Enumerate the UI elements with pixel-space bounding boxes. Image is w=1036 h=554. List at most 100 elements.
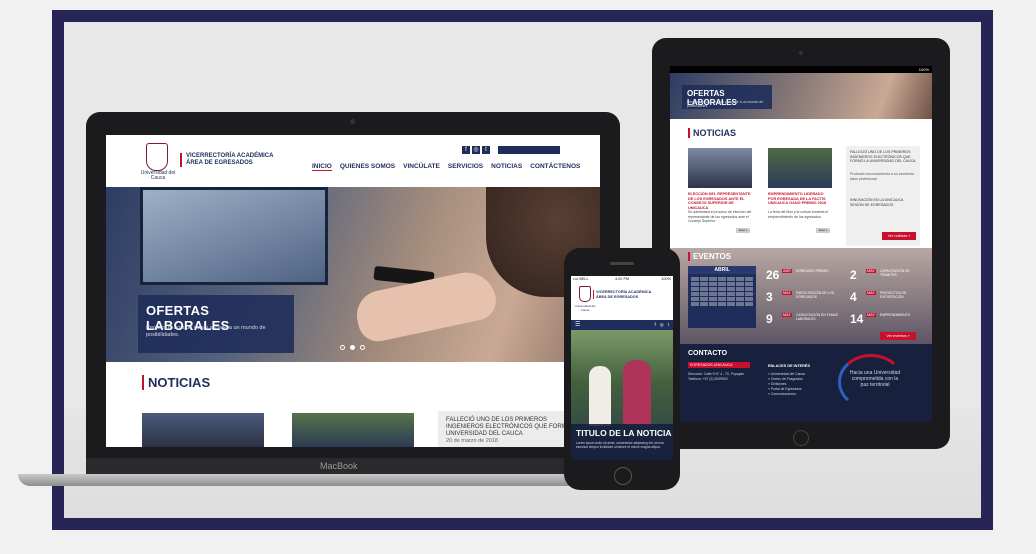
event-item[interactable]: 2 MAY CAPACITACIÓN DE TRAMITES	[850, 268, 922, 286]
tablet-news-heading: NOTICIAS	[688, 128, 736, 138]
phone-social: f ◎ t	[655, 322, 669, 328]
event-day: 4	[850, 290, 857, 304]
event-text: PROYECTOS DE EXPORTACIÓN	[880, 291, 907, 299]
footer-slogan: Hacia una Universidad comprometida con l…	[849, 370, 901, 388]
battery-status: 100%	[918, 67, 929, 72]
event-text: EMPRENDIMIENTO	[880, 313, 911, 317]
event-text: CAPACITACIÓN DE TRAMITES	[880, 269, 910, 277]
phone-hero-title: TITULO DE LA NOTICIA	[576, 428, 672, 438]
search-input[interactable]	[498, 146, 560, 154]
tablet-news-title-2[interactable]: EMPRENDIMIENTO LIDERADO POR EGRESADA DE …	[768, 192, 832, 206]
home-button[interactable]	[614, 467, 632, 485]
carrier: •••• BELL	[573, 277, 589, 281]
phone-nav: ☰ f ◎ t	[571, 320, 673, 330]
event-item[interactable]: 3 MAY PARTICIPACIÓN DE LOS EGRESADOS	[766, 290, 838, 308]
site-title-line1: VICERRECTORÍA ACADÉMICA	[186, 153, 274, 159]
tablet-events: EVENTOS ABRIL 26 ABR EGRESADO PREMIO 2 M…	[670, 248, 932, 344]
phone-status-bar: •••• BELL 4:20 PM 100%	[571, 276, 673, 283]
instagram-icon[interactable]: ◎	[472, 146, 480, 154]
phone-hero: TITULO DE LA NOTICIA Lorem ipsum dolor s…	[571, 330, 673, 460]
phone-site-title: VICERRECTORÍA ACADÉMICA ÁREA DE EGRESADO…	[593, 290, 651, 299]
news-image-1[interactable]	[142, 413, 264, 447]
home-button[interactable]	[793, 430, 809, 446]
hero-photo-person	[589, 366, 611, 426]
news-featured-date: 20 de marzo de 2018	[446, 438, 498, 444]
tablet-news-image-2[interactable]	[768, 148, 832, 188]
tablet-news-desc-2: La feria del libro y la cultura fomenta …	[768, 210, 829, 219]
event-item[interactable]: 4 MAY PROYECTOS DE EXPORTACIÓN	[850, 290, 922, 308]
facebook-icon[interactable]: f	[655, 322, 656, 328]
nav-quienes-somos[interactable]: QUIENES SOMOS	[340, 163, 395, 171]
event-month: ABR	[782, 269, 792, 273]
contact-badge: EGRESADOS UNICAUCA	[688, 362, 750, 368]
carousel-dots	[340, 345, 365, 350]
event-text: PARTICIPACIÓN DE LOS EGRESADOS	[796, 291, 835, 299]
instagram-icon[interactable]: ◎	[660, 322, 664, 328]
news-image-2[interactable]	[292, 413, 414, 447]
tablet-news-title-1[interactable]: ELECCIÓN DEL REPRESENTANTE DE LOS EGRESA…	[688, 192, 752, 210]
carousel-dot[interactable]	[360, 345, 365, 350]
facebook-icon[interactable]: f	[462, 146, 470, 154]
tablet-hero-description: Registra tu hoja de vida y accede a un m…	[687, 100, 764, 108]
tablet-hero-caption[interactable]: OFERTAS LABORALES Registra tu hoja de vi…	[682, 85, 772, 109]
laptop-device: Universidad del Cauca VICERRECTORÍA ACAD…	[86, 112, 620, 474]
read-more-button-1[interactable]: Leer +	[736, 228, 750, 233]
links-heading: ENLACES DE INTERÉS	[768, 364, 810, 368]
event-item[interactable]: 14 MAY EMPRENDIMIENTO	[850, 312, 922, 330]
tablet-news-image-1[interactable]	[688, 148, 752, 188]
time: 4:20 PM	[615, 277, 630, 281]
events-calendar[interactable]: ABRIL	[688, 266, 756, 328]
event-day: 3	[766, 290, 773, 304]
sidebar-news-title[interactable]: FALLECIÓ UNO DE LOS PRIMEROS INGENIEROS …	[850, 150, 916, 164]
status-bar: 100%	[670, 66, 932, 73]
phone-logo-text: Universidad del Cauca	[574, 304, 596, 312]
nav-vinculate[interactable]: VINCÚLATE	[403, 163, 440, 171]
sidebar-news-text: Profundo reconocimiento a su excelente l…	[850, 172, 915, 181]
twitter-icon[interactable]: t	[668, 322, 669, 328]
site-title: VICERRECTORÍA ACADÉMICA ÁREA DE EGRESADO…	[180, 153, 273, 167]
contact-info: Dirección: Calle 5 N° 4 - 70, Popayán Te…	[688, 372, 758, 381]
event-item[interactable]: 26 ABR EGRESADO PREMIO	[766, 268, 838, 286]
nav-inicio[interactable]: INICIO	[312, 163, 332, 171]
event-month: MAY	[866, 291, 876, 295]
battery: 100%	[661, 277, 671, 281]
twitter-icon[interactable]: t	[482, 146, 490, 154]
nav-noticias[interactable]: NOTICIAS	[491, 163, 522, 171]
event-day: 2	[850, 268, 857, 282]
carousel-dot[interactable]	[340, 345, 345, 350]
university-logo[interactable]	[146, 143, 168, 171]
event-item[interactable]: 9 MAY CAPACITACIÓN EN TEMAS LABORALES	[766, 312, 838, 330]
laptop-screen: Universidad del Cauca VICERRECTORÍA ACAD…	[106, 135, 600, 447]
site-header: Universidad del Cauca VICERRECTORÍA ACAD…	[106, 135, 600, 187]
contact-phone: Teléfono: +57 (2) 8209900	[688, 376, 728, 381]
menu-icon[interactable]: ☰	[575, 322, 580, 328]
hero-caption[interactable]: OFERTAS LABORALES Registra tu hoja de vi…	[138, 295, 294, 353]
see-news-button[interactable]: Ver noticias »	[882, 232, 916, 240]
tablet-screen: 100% OFERTAS LABORALES Registra tu hoja …	[670, 66, 932, 422]
phone-device: •••• BELL 4:20 PM 100% VICERRECTORÍA ACA…	[564, 248, 680, 490]
tablet-hero: OFERTAS LABORALES Registra tu hoja de vi…	[670, 73, 932, 119]
nav-servicios[interactable]: SERVICIOS	[448, 163, 483, 171]
nav-contactenos[interactable]: CONTÁCTENOS	[530, 163, 580, 171]
tablet-contact: CONTACTO EGRESADOS UNICAUCA Dirección: C…	[670, 344, 932, 422]
site-title-line2: ÁREA DE EGRESADOS	[186, 160, 253, 166]
phone-hero-caption[interactable]: TITULO DE LA NOTICIA Lorem ipsum dolor s…	[571, 424, 673, 460]
link-item[interactable]: » Comunicaciones	[768, 392, 828, 397]
speaker	[610, 262, 634, 265]
tablet-news-desc-1: Se adelantará el proceso de elección del…	[688, 210, 752, 223]
see-events-button[interactable]: Ver eventos »	[880, 332, 916, 340]
read-more-button-2[interactable]: Leer +	[816, 228, 830, 233]
phone-title-line2: ÁREA DE EGRESADOS	[596, 294, 639, 299]
event-day: 26	[766, 268, 780, 282]
phone-hero-description: Lorem ipsum dolor sit amet, consectetur …	[576, 441, 665, 449]
links-list: » Universidad del Cauca » Centro de Posg…	[768, 372, 828, 397]
carousel-dot-active[interactable]	[350, 345, 355, 350]
logo-text: Universidad del Cauca	[140, 170, 176, 181]
main-nav: INICIO QUIENES SOMOS VINCÚLATE SERVICIOS…	[312, 163, 580, 171]
phone-university-logo[interactable]	[579, 286, 591, 302]
hero-photo-person	[623, 360, 651, 426]
calendar-grid	[688, 274, 756, 309]
sidebar-news-title-2[interactable]: INNOVACIÓN EN LA UNICAUCA SESIÓN DE EGRE…	[850, 198, 916, 207]
event-month: MAY	[782, 313, 792, 317]
laptop-brand: MacBook	[320, 461, 358, 471]
